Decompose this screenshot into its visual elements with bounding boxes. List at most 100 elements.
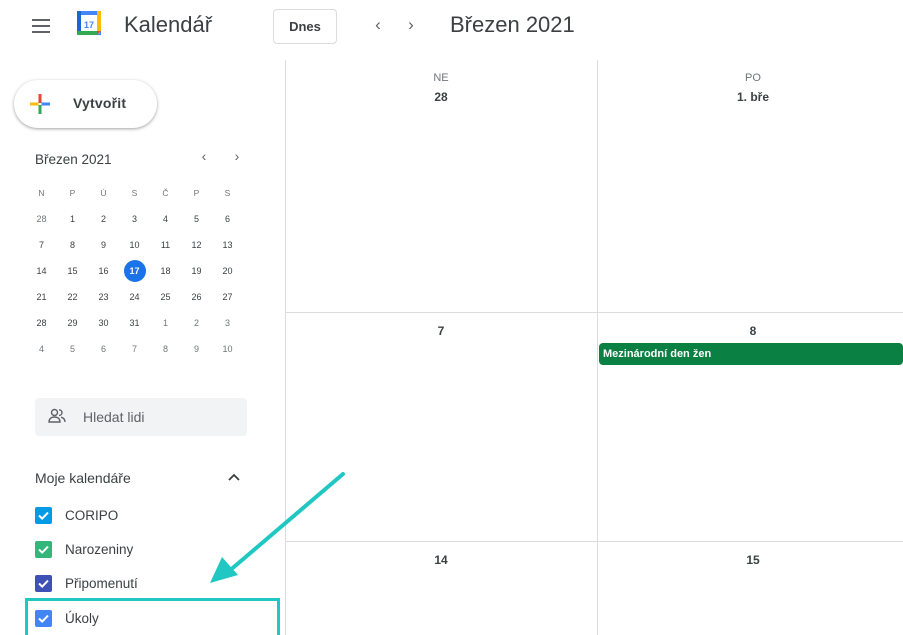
main-menu-icon[interactable] <box>32 19 50 33</box>
mini-weekday-row: NPÚSČPS <box>26 180 243 206</box>
mini-day[interactable]: 4 <box>26 338 57 360</box>
mini-day-number: 24 <box>129 292 140 302</box>
mini-day[interactable]: 20 <box>212 260 243 282</box>
mini-week-row: 21 22 23 24 25 26 27 <box>26 284 243 310</box>
mini-day[interactable]: 3 <box>212 312 243 334</box>
cell-date[interactable]: 14 <box>391 553 491 567</box>
mini-day-number: 2 <box>100 214 106 224</box>
today-button[interactable]: Dnes <box>273 9 337 44</box>
column-dow: NE <box>433 72 449 84</box>
mini-day-number: 12 <box>191 240 202 250</box>
mini-day[interactable]: 2 <box>88 208 119 230</box>
mini-day[interactable]: 1 <box>57 208 88 230</box>
people-search-input[interactable]: Hledat lidi <box>35 398 247 436</box>
mini-day[interactable]: 4 <box>150 208 181 230</box>
mini-day-number: 20 <box>222 266 233 276</box>
mini-day[interactable]: 9 <box>181 338 212 360</box>
mini-day-number: 1 <box>162 318 168 328</box>
mini-day[interactable]: 26 <box>181 286 212 308</box>
mini-day[interactable]: 9 <box>88 234 119 256</box>
chevron-right-icon[interactable]: › <box>399 12 423 38</box>
mini-day[interactable]: 23 <box>88 286 119 308</box>
mini-day-number: 22 <box>67 292 78 302</box>
mini-day[interactable]: 14 <box>26 260 57 282</box>
mini-day-number: 8 <box>162 344 168 354</box>
mini-day[interactable]: 30 <box>88 312 119 334</box>
highlight-box <box>25 598 280 635</box>
column-date[interactable]: 28 <box>391 90 491 104</box>
mini-day[interactable]: 3 <box>119 208 150 230</box>
checkbox[interactable] <box>35 575 52 592</box>
mini-day[interactable]: 16 <box>88 260 119 282</box>
mini-day[interactable]: 27 <box>212 286 243 308</box>
mini-day[interactable]: 28 <box>26 208 57 230</box>
checkbox[interactable] <box>35 507 52 524</box>
mini-day[interactable]: 28 <box>26 312 57 334</box>
mini-weekday-header: P <box>69 188 76 198</box>
checkbox[interactable] <box>35 541 52 558</box>
mini-day-number: 3 <box>131 214 137 224</box>
mini-day[interactable]: 5 <box>181 208 212 230</box>
cell-date[interactable]: 7 <box>391 324 491 338</box>
mini-day-number: 6 <box>224 214 230 224</box>
mini-day[interactable]: 10 <box>212 338 243 360</box>
mini-day[interactable]: 21 <box>26 286 57 308</box>
people-icon <box>48 408 66 424</box>
mini-day[interactable]: 10 <box>119 234 150 256</box>
mini-day-number: 30 <box>98 318 109 328</box>
mini-day-number: 28 <box>36 318 47 328</box>
mini-day-number: 8 <box>69 240 75 250</box>
mini-day-number: 10 <box>222 344 233 354</box>
mini-day-number: 3 <box>224 318 230 328</box>
grid-divider <box>285 60 286 635</box>
mini-week-row: 14 15 16 17 18 19 20 <box>26 258 243 284</box>
mini-day-number: 23 <box>98 292 109 302</box>
calendar-item[interactable]: Narozeniny <box>35 539 265 561</box>
mini-next-month-icon[interactable]: › <box>229 148 245 164</box>
mini-weekday-header: Č <box>162 188 169 198</box>
mini-day[interactable]: 15 <box>57 260 88 282</box>
cell-date[interactable]: 8 <box>703 324 803 338</box>
mini-day[interactable]: 8 <box>150 338 181 360</box>
event-chip[interactable]: Mezinárodní den žen <box>599 343 903 365</box>
column-date[interactable]: 1. bře <box>703 90 803 104</box>
mini-day[interactable]: 7 <box>119 338 150 360</box>
mini-day-number: 16 <box>98 266 109 276</box>
mini-day-number: 15 <box>67 266 78 276</box>
chevron-left-icon[interactable]: ‹ <box>366 12 390 38</box>
mini-day[interactable]: 19 <box>181 260 212 282</box>
mini-day[interactable]: 25 <box>150 286 181 308</box>
mini-day[interactable]: 11 <box>150 234 181 256</box>
mini-week-row: 4 5 6 7 8 9 10 <box>26 336 243 362</box>
mini-day[interactable]: 5 <box>57 338 88 360</box>
app-title: Kalendář <box>124 12 213 37</box>
grid-divider <box>285 312 903 313</box>
mini-weekday-header: P <box>193 188 200 198</box>
mini-day[interactable]: 31 <box>119 312 150 334</box>
mini-day[interactable]: 2 <box>181 312 212 334</box>
mini-day-number: 13 <box>222 240 233 250</box>
mini-day[interactable]: 8 <box>57 234 88 256</box>
mini-day[interactable]: 18 <box>150 260 181 282</box>
mini-day[interactable]: 6 <box>88 338 119 360</box>
mini-prev-month-icon[interactable]: ‹ <box>196 148 212 164</box>
mini-day[interactable]: 12 <box>181 234 212 256</box>
mini-day[interactable]: 1 <box>150 312 181 334</box>
mini-day[interactable]: 13 <box>212 234 243 256</box>
mini-day[interactable]: 22 <box>57 286 88 308</box>
cell-date[interactable]: 15 <box>703 553 803 567</box>
mini-day[interactable]: 29 <box>57 312 88 334</box>
mini-day-number: 17 <box>123 260 146 282</box>
mini-day[interactable]: 6 <box>212 208 243 230</box>
calendar-item[interactable]: CORIPO <box>35 505 265 527</box>
logo-day: 17 <box>84 20 94 30</box>
mini-day[interactable]: 24 <box>119 286 150 308</box>
mini-day[interactable]: 17 <box>119 260 150 282</box>
mini-day-number: 9 <box>100 240 106 250</box>
mini-day-number: 2 <box>193 318 199 328</box>
mini-day[interactable]: 7 <box>26 234 57 256</box>
chevron-up-icon[interactable] <box>226 468 242 486</box>
mini-day-number: 9 <box>193 344 199 354</box>
create-button[interactable]: Vytvořit <box>14 80 157 128</box>
calendar-item[interactable]: Připomenutí <box>35 573 265 595</box>
